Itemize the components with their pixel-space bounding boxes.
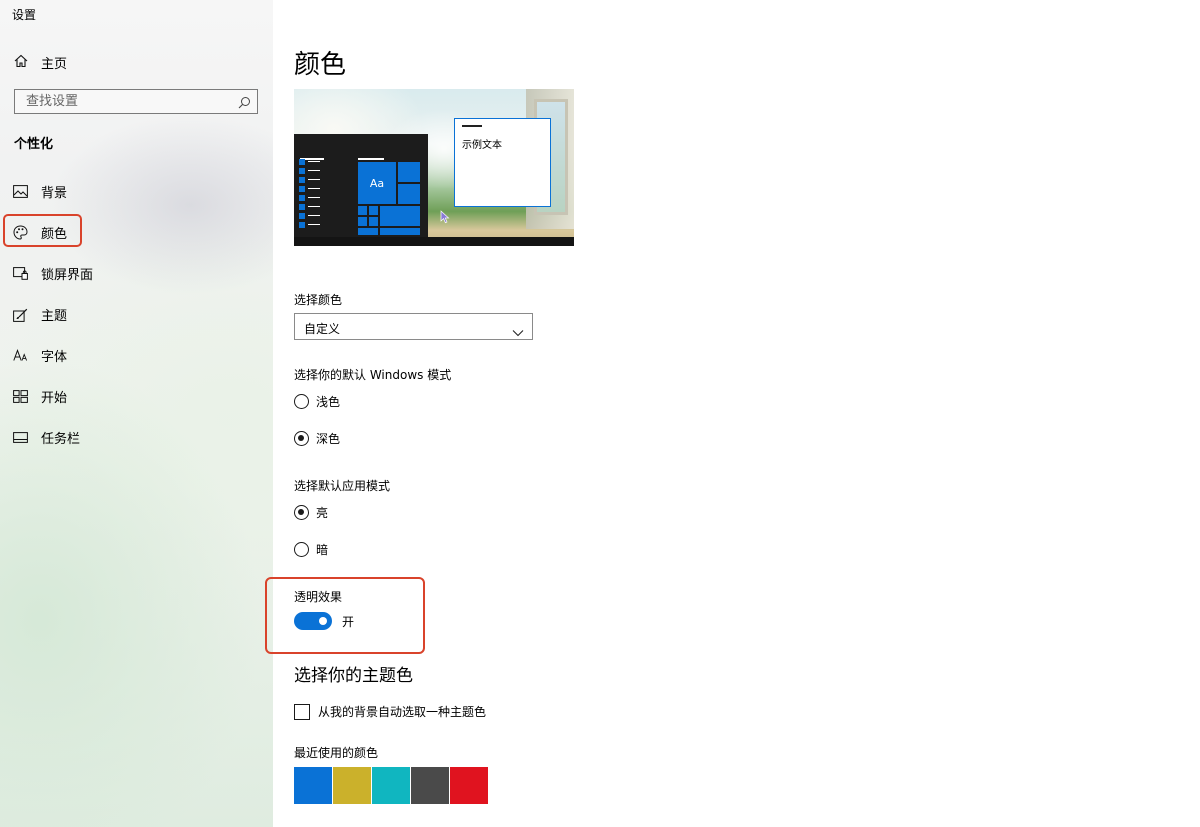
app-title: 设置	[12, 8, 37, 22]
transparency-label: 透明效果	[294, 590, 343, 604]
radio-app-dark[interactable]: 暗	[294, 541, 328, 558]
color-swatch[interactable]	[411, 767, 449, 804]
section-title: 个性化	[14, 137, 54, 152]
sidebar-item-background[interactable]: 背景	[0, 171, 273, 212]
font-icon	[13, 348, 28, 363]
sidebar-item-label: 背景	[41, 186, 68, 201]
radio-windows-dark[interactable]: 深色	[294, 430, 340, 447]
radio-circle-checked	[294, 431, 309, 446]
radio-circle	[294, 542, 309, 557]
radio-label: 深色	[316, 432, 341, 446]
preview-sample-text: 示例文本	[462, 140, 502, 151]
app-mode-label: 选择默认应用模式	[294, 479, 391, 493]
color-swatch[interactable]	[450, 767, 488, 804]
cursor-icon	[440, 209, 450, 228]
radio-label: 暗	[316, 543, 329, 557]
theme-preview: Aa 示例文本	[294, 89, 574, 246]
sidebar-item-label: 锁屏界面	[41, 268, 94, 283]
lockscreen-icon	[13, 266, 28, 281]
nav-home[interactable]: 主页	[14, 53, 67, 72]
recent-colors-label: 最近使用的颜色	[294, 746, 379, 760]
sidebar-item-label: 主题	[41, 309, 68, 324]
preview-tiles: Aa	[358, 162, 422, 235]
radio-circle	[294, 394, 309, 409]
nav-home-label: 主页	[41, 57, 68, 72]
transparency-toggle[interactable]	[294, 612, 332, 630]
radio-label: 浅色	[316, 395, 341, 409]
home-icon	[14, 54, 28, 72]
sidebar-item-colors[interactable]: 颜色	[0, 212, 273, 253]
sidebar: 设置 主页 个性化 背景 颜色 锁屏界面	[0, 0, 273, 827]
sidebar-item-fonts[interactable]: 字体	[0, 335, 273, 376]
page-title: 颜色	[294, 50, 347, 80]
nav-list: 背景 颜色 锁屏界面 主题 字体 开始 任务栏	[0, 171, 273, 458]
recent-colors	[294, 767, 488, 804]
preview-tile-label: Aa	[358, 162, 396, 204]
sidebar-item-label: 颜色	[41, 227, 68, 242]
color-swatch[interactable]	[294, 767, 332, 804]
toggle-knob	[319, 617, 327, 625]
preview-taskbar	[294, 237, 574, 246]
taskbar-icon	[13, 430, 28, 445]
checkbox-label: 从我的背景自动选取一种主题色	[318, 705, 487, 719]
search-icon[interactable]	[238, 94, 251, 113]
palette-icon	[13, 225, 28, 240]
sidebar-item-start[interactable]: 开始	[0, 376, 273, 417]
accent-title: 选择你的主题色	[294, 666, 413, 686]
windows-mode-label: 选择你的默认 Windows 模式	[294, 368, 452, 382]
search-box[interactable]	[14, 89, 258, 114]
radio-app-light[interactable]: 亮	[294, 504, 328, 521]
color-swatch[interactable]	[333, 767, 371, 804]
sidebar-item-taskbar[interactable]: 任务栏	[0, 417, 273, 458]
sidebar-item-lockscreen[interactable]: 锁屏界面	[0, 253, 273, 294]
color-swatch[interactable]	[372, 767, 410, 804]
preview-sample-window: 示例文本	[454, 118, 551, 207]
radio-windows-light[interactable]: 浅色	[294, 393, 340, 410]
checkbox-box	[294, 703, 310, 720]
sidebar-item-label: 字体	[41, 350, 68, 365]
start-grid-icon	[13, 389, 28, 404]
preview-app-list	[299, 157, 320, 229]
radio-circle-checked	[294, 505, 309, 520]
choose-color-value: 自定义	[304, 322, 341, 336]
theme-brush-icon	[13, 307, 28, 322]
auto-accent-checkbox[interactable]: 从我的背景自动选取一种主题色	[294, 703, 486, 720]
sidebar-item-label: 任务栏	[41, 432, 81, 447]
sidebar-item-label: 开始	[41, 391, 68, 406]
main-content: 颜色 Aa 示例文本 选择颜色 自定义 选择你的默认 Windows 模式 浅色…	[273, 0, 1200, 827]
choose-color-label: 选择颜色	[294, 293, 343, 307]
transparency-state: 开	[342, 615, 355, 629]
choose-color-dropdown[interactable]: 自定义	[294, 313, 533, 340]
picture-icon	[13, 184, 28, 199]
sidebar-item-themes[interactable]: 主题	[0, 294, 273, 335]
search-input[interactable]	[24, 93, 238, 110]
chevron-down-icon	[512, 322, 524, 341]
radio-label: 亮	[316, 506, 329, 520]
